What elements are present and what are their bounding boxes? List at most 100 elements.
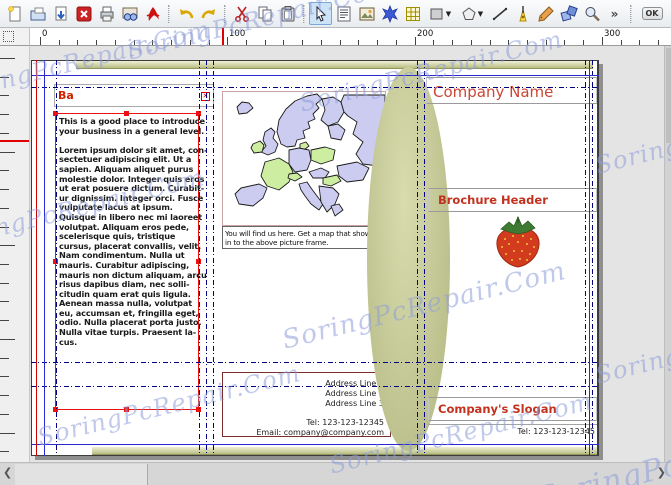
- company-slogan-frame[interactable]: Company's Slogan: [428, 397, 597, 421]
- bottom-khaki-band: [92, 447, 598, 455]
- guide-line: [585, 60, 586, 456]
- new-document-button[interactable]: [3, 2, 26, 25]
- guide-line: [31, 362, 599, 363]
- selection-handle[interactable]: [124, 407, 129, 412]
- rotate-item-button[interactable]: [557, 2, 580, 25]
- scissors-icon: [233, 5, 251, 23]
- polygon-icon: [461, 6, 477, 22]
- ruler-label: 100: [229, 29, 246, 39]
- insert-shape-button[interactable]: ▼: [424, 2, 456, 25]
- address-line: [223, 408, 384, 418]
- magnifier-icon: [583, 5, 601, 23]
- khaki-ellipse-shape[interactable]: [367, 67, 450, 451]
- ruler-label: 200: [417, 29, 434, 39]
- company-slogan-text: Company's Slogan: [438, 402, 557, 416]
- copy-icon: [256, 5, 274, 23]
- scroll-right-icon[interactable]: ❯: [657, 466, 666, 479]
- watermark-text: SoringPcRepair.Com: [592, 297, 671, 390]
- undo-icon: [177, 5, 195, 23]
- insert-image-frame-button[interactable]: [355, 2, 378, 25]
- undo-button[interactable]: [174, 2, 197, 25]
- ruler-label: 0: [42, 29, 48, 39]
- scroll-left-icon[interactable]: ❮: [3, 466, 12, 479]
- paste-icon: [279, 5, 297, 23]
- print-button[interactable]: [95, 2, 118, 25]
- copy-button[interactable]: [253, 2, 276, 25]
- ok-button[interactable]: OK: [636, 2, 668, 25]
- guide-line: [31, 87, 599, 88]
- body-text-line: cus.: [59, 336, 78, 347]
- vertical-ruler[interactable]: [0, 46, 30, 462]
- horizontal-ruler[interactable]: 0 100 200 300: [0, 28, 671, 46]
- vertical-scrollbar-thumb[interactable]: [666, 48, 671, 143]
- line-icon: [491, 5, 509, 23]
- map-caption-line: You will find us here. Get a map that sh…: [225, 229, 413, 238]
- insert-table-button[interactable]: [401, 2, 424, 25]
- strawberry-graphic: [496, 216, 540, 268]
- export-pdf-button[interactable]: [141, 2, 164, 25]
- close-icon: [75, 5, 93, 23]
- guide-line: [36, 60, 37, 456]
- ruler-label: 300: [604, 29, 621, 39]
- phone-text: Tel: 123-123-12345: [517, 427, 595, 436]
- insert-polygon-button[interactable]: ▼: [456, 2, 488, 25]
- preflight-verifier-button[interactable]: [118, 2, 141, 25]
- redo-button[interactable]: [197, 2, 220, 25]
- guide-line: [589, 60, 590, 456]
- paste-button[interactable]: [276, 2, 299, 25]
- map-caption-line: in to the above picture frame.: [225, 238, 329, 247]
- guide-line: [424, 60, 425, 456]
- insert-render-frame-button[interactable]: [378, 2, 401, 25]
- guide-line: [31, 75, 599, 76]
- address-line: Address Line 2: [325, 388, 384, 398]
- application-window: ▼ ▼ » OK 0 100 200 300 You will find us …: [0, 0, 671, 485]
- company-name-text: Company Name: [433, 83, 554, 101]
- guide-line: [592, 60, 593, 456]
- europe-map-image-frame[interactable]: [222, 91, 386, 226]
- close-document-button[interactable]: [72, 2, 95, 25]
- guide-line: [213, 60, 214, 456]
- horizontal-scrollbar[interactable]: ❮ ❯: [0, 462, 671, 485]
- guide-line: [597, 60, 598, 456]
- insert-bezier-curve-button[interactable]: [511, 2, 534, 25]
- guide-line: [206, 60, 207, 456]
- horizontal-scrollbar-thumb[interactable]: [15, 464, 148, 485]
- pencil-icon: [537, 5, 555, 23]
- render-frame-icon: [381, 4, 399, 23]
- ok-icon: OK: [641, 7, 663, 20]
- cut-button[interactable]: [230, 2, 253, 25]
- printer-icon: [98, 5, 116, 23]
- vertical-scrollbar[interactable]: [664, 46, 671, 462]
- binoculars-icon: [121, 5, 139, 23]
- toolbar-overflow-button[interactable]: »: [603, 2, 626, 25]
- chevron-down-icon: ▼: [445, 9, 452, 18]
- zoom-tool-button[interactable]: [580, 2, 603, 25]
- insert-line-button[interactable]: [488, 2, 511, 25]
- watermark-text: SoringPcRepair.Com: [592, 87, 671, 180]
- ruler-origin-button[interactable]: [0, 28, 30, 46]
- company-name-frame[interactable]: Company Name: [426, 77, 597, 104]
- strawberry-image-frame[interactable]: [487, 215, 549, 271]
- address-line: Tel: 123-123-12345: [306, 418, 384, 428]
- insert-text-frame-button[interactable]: [332, 2, 355, 25]
- selected-body-text-frame[interactable]: This is a good place to introduce your bu…: [55, 113, 207, 410]
- top-khaki-band: [76, 61, 593, 69]
- brochure-header-frame[interactable]: Brochure Header: [428, 188, 597, 212]
- brochure-header-text: Brochure Header: [438, 193, 548, 207]
- europe-map-graphic: [223, 92, 385, 225]
- insert-freehand-line-button[interactable]: [534, 2, 557, 25]
- image-frame-icon: [358, 5, 376, 23]
- address-text-frame[interactable]: Address Line 1 Address Line 2 Address Line…: [222, 372, 391, 437]
- body-text: This is a good place to introduce your bu…: [59, 116, 207, 347]
- save-document-button[interactable]: [49, 2, 72, 25]
- shape-icon: [429, 6, 445, 22]
- address-line: Address Line 3: [325, 398, 384, 408]
- open-folder-icon: [29, 5, 47, 23]
- map-caption-frame[interactable]: You will find us here. Get a map that sh…: [222, 226, 413, 249]
- toolbar-separator: [168, 4, 170, 23]
- selection-handle[interactable]: [124, 111, 129, 116]
- cursor-arrow-icon: [312, 5, 330, 23]
- address-line: Address Line 1: [325, 379, 384, 388]
- open-document-button[interactable]: [26, 2, 49, 25]
- select-item-button[interactable]: [309, 2, 332, 25]
